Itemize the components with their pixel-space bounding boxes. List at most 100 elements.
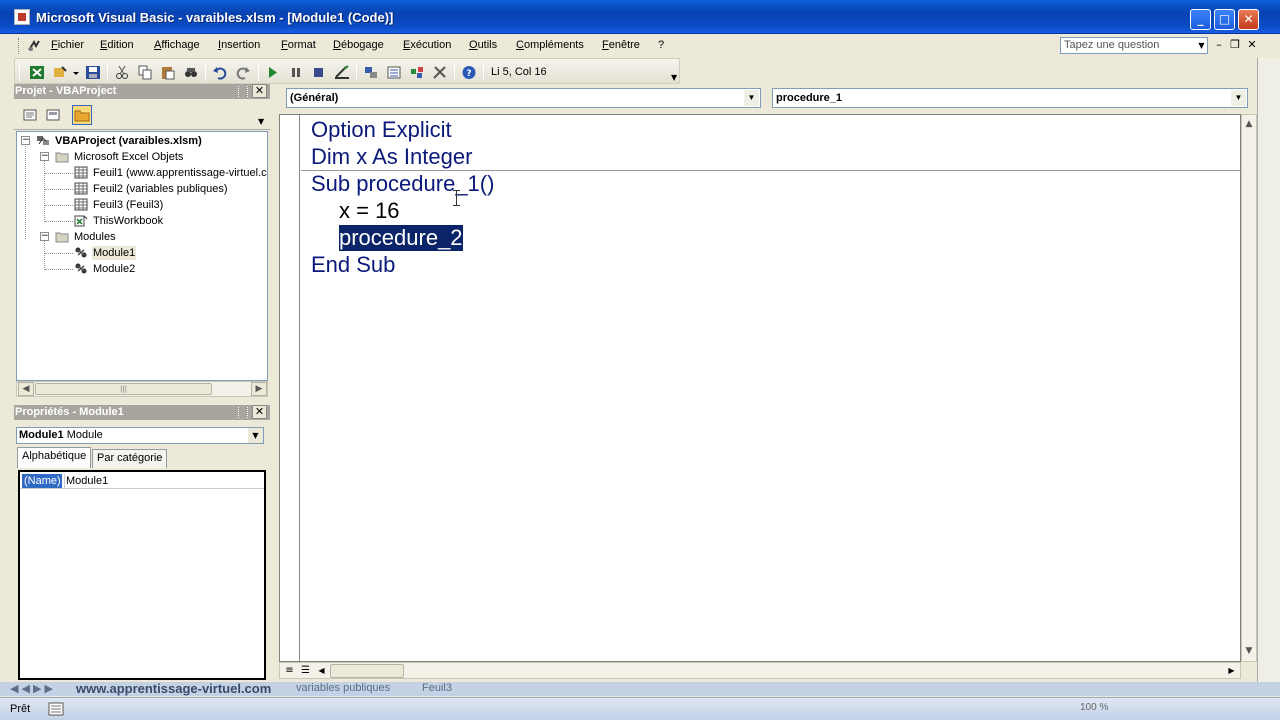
maximize-button[interactable]: □ (1214, 9, 1235, 30)
project-tree-hscroll[interactable]: ◀ ||| ▶ (16, 381, 268, 397)
code-editor[interactable]: Option Explicit Dim x As Integer Sub pro… (279, 114, 1241, 662)
properties-object-select[interactable]: Module1 Module (16, 427, 264, 444)
view-excel-icon[interactable] (29, 65, 45, 80)
properties-pane-grip[interactable] (238, 407, 248, 418)
tree-node-vbaproject[interactable]: VBAProject (varaibles.xlsm) (55, 134, 202, 148)
scroll-up-icon[interactable]: ▲ (1242, 118, 1256, 132)
scroll-right-icon[interactable]: ▶ (251, 382, 267, 396)
sheet-tab-feuil3[interactable]: Feuil3 (422, 682, 452, 694)
zoom-level[interactable]: 100 % (1080, 702, 1108, 713)
insert-dropdown-icon[interactable] (68, 65, 79, 80)
tab-alphabetique[interactable]: Alphabétique (17, 447, 92, 468)
undo-icon[interactable] (212, 65, 228, 80)
code-hscroll[interactable]: ≡ ☰ ◀ ▶ (279, 662, 1241, 679)
code-vscroll[interactable]: ▲ ▼ (1241, 114, 1257, 662)
mdi-minimize-icon[interactable]: – (1212, 38, 1226, 52)
menu-format[interactable]: Format (281, 39, 316, 51)
tree-node-feuil1[interactable]: Feuil1 (www.apprentissage-virtuel.c (93, 166, 267, 180)
tree-node-module2[interactable]: Module2 (93, 262, 135, 276)
toolbox-icon[interactable] (432, 65, 448, 80)
save-icon[interactable] (85, 65, 101, 80)
object-select[interactable]: (Général) ▼ (286, 88, 761, 108)
menu-help[interactable]: ? (658, 39, 664, 51)
properties-pane-close-icon[interactable]: ✕ (252, 405, 267, 419)
paste-icon[interactable] (160, 65, 176, 80)
chevron-down-icon[interactable]: ▼ (1231, 90, 1246, 106)
scroll-left-icon[interactable]: ◀ (314, 664, 329, 678)
project-toolbar-chevron-icon[interactable]: ▼ (258, 117, 264, 126)
view-code-icon[interactable] (20, 105, 40, 125)
vba-doc-icon[interactable] (26, 38, 42, 54)
expand-modules-toggle[interactable]: − (40, 232, 49, 241)
chevron-down-icon[interactable]: ▼ (744, 90, 759, 106)
insert-userform-icon[interactable] (52, 65, 68, 80)
menu-fenetre[interactable]: Fenêtre (602, 39, 640, 51)
tree-node-feuil2[interactable]: Feuil2 (variables publiques) (93, 182, 228, 196)
redo-icon[interactable] (235, 65, 251, 80)
properties-window-icon[interactable] (386, 65, 402, 80)
help-icon[interactable]: ? (461, 65, 477, 80)
macro-record-icon[interactable] (48, 702, 64, 716)
code-line-3[interactable]: Sub procedure_1() (311, 171, 494, 197)
pause-icon[interactable] (288, 65, 304, 80)
scroll-thumb[interactable]: ||| (35, 383, 212, 395)
menu-edition[interactable]: Edition (100, 39, 134, 51)
procedure-view-icon[interactable]: ≡ (282, 664, 297, 678)
tree-node-module1[interactable]: Module1 (92, 246, 137, 260)
view-object-icon[interactable] (43, 105, 63, 125)
scroll-right-icon[interactable]: ▶ (1224, 664, 1239, 678)
menu-fichier[interactable]: Fichier (51, 39, 84, 51)
vba-app-icon[interactable] (14, 9, 30, 25)
stop-icon[interactable] (311, 65, 327, 80)
search-dropdown-icon[interactable]: ▼ (1196, 38, 1207, 53)
code-line-2[interactable]: Dim x As Integer (311, 144, 472, 170)
property-row[interactable]: (Name) Module1 (20, 474, 264, 489)
code-margin-indicator-bar[interactable] (280, 115, 300, 661)
tree-node-feuil3[interactable]: Feuil3 (Feuil3) (93, 198, 163, 212)
project-pane-grip[interactable] (238, 86, 248, 97)
menu-execution[interactable]: Exécution (403, 39, 451, 51)
code-line-6[interactable]: End Sub (311, 252, 395, 278)
expand-project-toggle[interactable]: − (21, 136, 30, 145)
sheet-nav-icon[interactable]: ◀ ◀ ▶ ▶ (10, 682, 53, 695)
scroll-thumb[interactable] (330, 664, 404, 678)
sheet-tab-variables[interactable]: variables publiques (296, 682, 390, 694)
procedure-select[interactable]: procedure_1 ▼ (772, 88, 1248, 108)
code-line-1[interactable]: Option Explicit (311, 117, 452, 143)
find-icon[interactable] (183, 65, 199, 80)
run-icon[interactable] (265, 65, 281, 80)
expand-excel-objects-toggle[interactable]: − (40, 152, 49, 161)
minimize-button[interactable]: _ (1190, 9, 1211, 30)
menu-complements[interactable]: Compléments (516, 39, 584, 51)
chevron-down-icon[interactable]: ▼ (248, 428, 263, 443)
scroll-left-icon[interactable]: ◀ (18, 382, 34, 396)
toolbar-options-icon[interactable]: ▼ (671, 73, 677, 82)
menu-insertion[interactable]: Insertion (218, 39, 260, 51)
mdi-close-icon[interactable]: ✕ (1245, 38, 1259, 52)
menu-affichage[interactable]: Affichage (154, 39, 200, 51)
tree-node-thisworkbook[interactable]: ThisWorkbook (93, 214, 163, 228)
menu-grip[interactable] (18, 38, 21, 54)
code-line-5-selected[interactable]: procedure_2 (339, 225, 463, 251)
menu-debogage[interactable]: Débogage (333, 39, 384, 51)
tree-node-modules[interactable]: Modules (74, 230, 116, 244)
object-browser-icon[interactable] (409, 65, 425, 80)
menu-outils[interactable]: Outils (469, 39, 497, 51)
excel-sheet-tabs: ◀ ◀ ▶ ▶ www.apprentissage-virtuel.com va… (0, 682, 1280, 696)
cut-icon[interactable] (114, 65, 130, 80)
close-button[interactable]: ✕ (1238, 9, 1259, 30)
property-value[interactable]: Module1 (64, 474, 108, 488)
mdi-restore-icon[interactable]: ❐ (1228, 38, 1242, 52)
code-line-4[interactable]: x = 16 (339, 198, 400, 224)
project-pane-close-icon[interactable]: ✕ (252, 84, 267, 98)
scroll-down-icon[interactable]: ▼ (1242, 645, 1256, 659)
tree-node-excel-objects[interactable]: Microsoft Excel Objets (74, 150, 183, 164)
tab-par-categorie[interactable]: Par catégorie (92, 449, 168, 468)
sheet-tab-apprentissage[interactable]: www.apprentissage-virtuel.com (76, 682, 271, 696)
project-explorer-icon[interactable] (363, 65, 379, 80)
full-module-view-icon[interactable]: ☰ (298, 664, 313, 678)
design-mode-icon[interactable] (334, 65, 350, 80)
copy-icon[interactable] (137, 65, 153, 80)
toggle-folders-icon[interactable] (72, 105, 92, 125)
question-search-input[interactable]: Tapez une question (1060, 37, 1208, 54)
